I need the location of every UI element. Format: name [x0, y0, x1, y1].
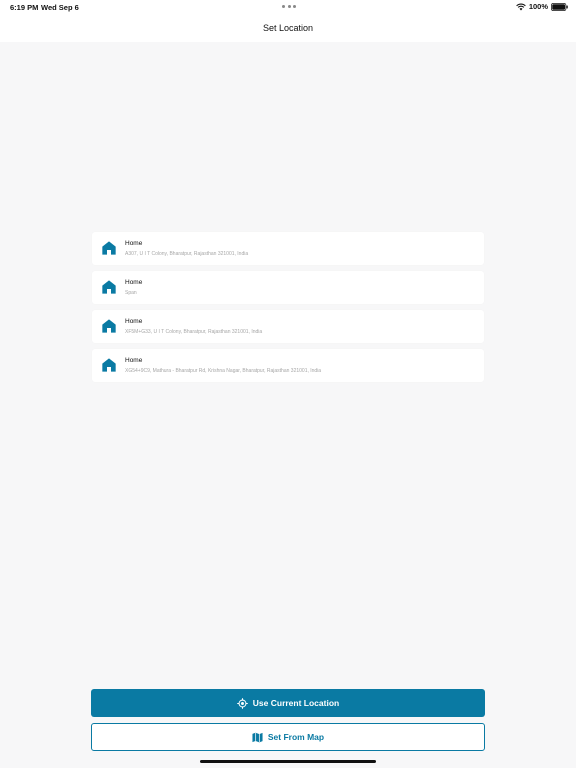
address-title: Home — [125, 279, 143, 286]
nav-bar: Set Location — [0, 16, 576, 42]
home-icon — [102, 280, 116, 294]
address-item-3[interactable]: Home XF5M+G33, U I T Colony, Bharatpur, … — [92, 310, 484, 343]
address-text: XF5M+G33, U I T Colony, Bharatpur, Rajas… — [125, 329, 263, 335]
set-from-map-label: Set From Map — [267, 732, 325, 742]
saved-address-list: Home A307, U I T Colony, Bharatpur, Raja… — [92, 232, 484, 382]
address-item-4[interactable]: Home XG54+9C9, Mathura - Bharatpur Rd, K… — [92, 349, 484, 382]
address-text: Span — [125, 290, 137, 296]
map-icon — [252, 732, 263, 742]
multitasking-dots-icon[interactable] — [282, 5, 296, 8]
address-title: Home — [125, 318, 143, 325]
page-title: Set Location — [262, 23, 314, 33]
address-text: A307, U I T Colony, Bharatpur, Rajasthan… — [125, 251, 249, 257]
home-indicator[interactable] — [200, 760, 376, 763]
crosshair-icon — [237, 697, 248, 709]
home-icon — [102, 358, 116, 372]
home-icon — [102, 319, 116, 333]
status-time: 6:19 PM — [10, 3, 39, 12]
screen: 6:19 PM Wed Sep 6 100% Set Location Home — [0, 0, 576, 768]
address-title: Home — [125, 357, 143, 364]
status-date: Wed Sep 6 — [41, 3, 79, 12]
home-icon — [102, 241, 116, 255]
address-item-1[interactable]: Home A307, U I T Colony, Bharatpur, Raja… — [92, 232, 484, 265]
use-current-location-label: Use Current Location — [252, 698, 340, 708]
set-from-map-button[interactable]: Set From Map — [91, 723, 485, 751]
battery-icon — [551, 2, 568, 11]
address-title: Home — [125, 240, 143, 247]
address-item-2[interactable]: Home Span — [92, 271, 484, 304]
wifi-icon — [516, 2, 526, 10]
status-bar: 6:19 PM Wed Sep 6 100% — [0, 0, 576, 16]
use-current-location-button[interactable]: Use Current Location — [91, 689, 485, 717]
battery-percent: 100% — [528, 2, 548, 11]
address-text: XG54+9C9, Mathura - Bharatpur Rd, Krishn… — [125, 368, 322, 374]
status-indicators: 100% — [516, 2, 568, 11]
